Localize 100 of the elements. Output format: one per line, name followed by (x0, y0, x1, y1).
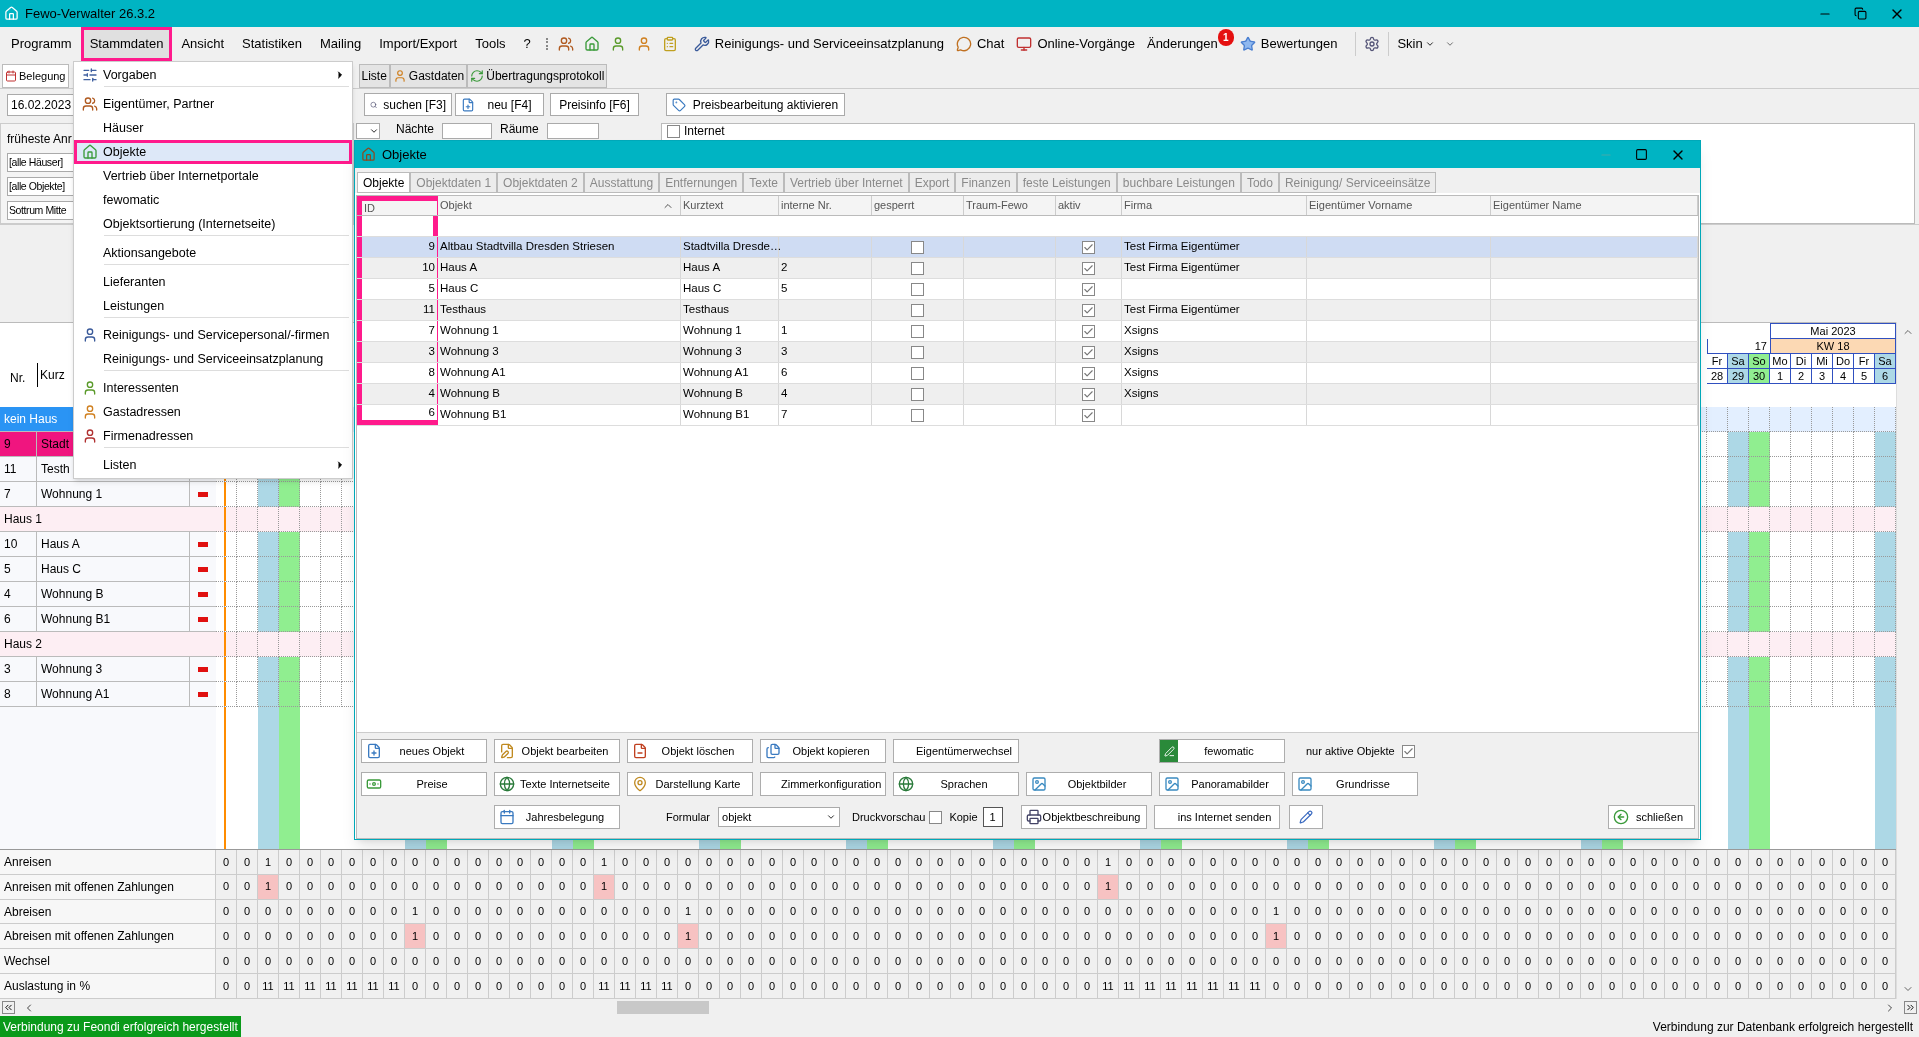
toolbar-button[interactable]: Reinigungs- und Serviceeinsatzplanung (687, 29, 950, 59)
checkbox[interactable] (1082, 366, 1095, 380)
checkbox[interactable] (1082, 240, 1095, 254)
column-header[interactable]: gesperrt (872, 196, 964, 215)
tab[interactable]: Gastdaten (389, 64, 468, 88)
table-row[interactable]: 9 Altbau Stadtvilla Dresden Striesen Stadtvilla Dresde… Test Firma Eigentümer (357, 237, 1698, 258)
column-header[interactable]: Eigentümer Name (1491, 196, 1698, 215)
table-row[interactable]: 10 Haus A Haus A 2 Test Firma Eigentümer (357, 258, 1698, 279)
list-row[interactable]: 8 Wohnung A1 (0, 682, 216, 707)
settings-icon[interactable] (1364, 36, 1381, 52)
dialog-button[interactable]: Darstellung Karte (627, 772, 753, 796)
dialog-button[interactable]: Sprachen (893, 772, 1019, 796)
checkbox[interactable] (1082, 387, 1095, 401)
table-row[interactable]: 6 Wohnung B1 Wohnung B1 7 (357, 405, 1698, 426)
checkbox[interactable] (1401, 744, 1415, 758)
checkbox[interactable] (911, 408, 924, 422)
form-dropdown[interactable]: objekt (718, 807, 840, 827)
toolbar-button[interactable]: Preisbearbeitung aktivieren (666, 93, 845, 116)
menu-option[interactable]: Gastadressen (74, 400, 352, 424)
toolbar-button[interactable]: Änderungen 1 (1140, 29, 1234, 59)
menu-option[interactable]: Reinigungs- und Serviceeinsatzplanung (74, 347, 352, 376)
nights-spinner[interactable] (442, 123, 493, 139)
column-header[interactable]: Objekt (438, 196, 681, 215)
list-row[interactable]: 4 Wohnung B (0, 582, 216, 607)
list-row[interactable]: 10 Haus A (0, 532, 216, 557)
menu-item[interactable]: Statistiken (233, 27, 311, 61)
menu-item[interactable]: ? (514, 27, 540, 61)
checkbox[interactable] (911, 282, 924, 296)
house-icon[interactable] (583, 36, 600, 52)
dialog-button[interactable]: Eigentümerwechsel (893, 739, 1019, 763)
menu-item[interactable]: Import/Export (370, 27, 467, 61)
tab[interactable]: Übertragungsprotokoll (467, 64, 608, 88)
dialog-button[interactable]: Objektbilder (1026, 772, 1152, 796)
table-row[interactable]: 4 Wohnung B Wohnung B 4 Xsigns (357, 384, 1698, 405)
table-row[interactable]: 11 Testhaus Testhaus Test Firma Eigentümer (357, 300, 1698, 321)
menu-option[interactable]: Lieferanten (74, 270, 352, 294)
checkbox[interactable] (929, 810, 943, 824)
menu-option[interactable]: Objektsortierung (Internetseite) (74, 212, 352, 241)
tab[interactable]: Liste (358, 64, 390, 88)
list-row[interactable]: 5 Haus C (0, 557, 216, 582)
toolbar-button[interactable]: Bewertungen (1233, 29, 1344, 59)
checkbox[interactable] (911, 366, 924, 380)
menu-option[interactable]: Aktionsangebote (74, 241, 352, 270)
checkbox[interactable] (1082, 324, 1095, 338)
checkbox[interactable] (1082, 261, 1095, 275)
list-row[interactable]: 3 Wohnung 3 (0, 657, 216, 682)
tab[interactable]: Belegung (2, 64, 69, 88)
checkbox[interactable] (911, 240, 924, 254)
menu-option[interactable]: fewomatic (74, 188, 352, 212)
dialog-button[interactable]: Zimmerkonfiguration (760, 772, 886, 796)
dialog-button[interactable]: Texte Internetseite (494, 772, 620, 796)
scroll-last-icon[interactable] (1904, 1001, 1917, 1014)
checkbox[interactable] (911, 324, 924, 338)
toolbar-button[interactable]: Preisinfo [F6] (550, 93, 639, 116)
menu-item[interactable]: Mailing (311, 27, 371, 61)
column-header[interactable]: Firma (1122, 196, 1307, 215)
table-row[interactable]: 5 Haus C Haus C 5 (357, 279, 1698, 300)
skin-dropdown[interactable]: Skin (1397, 34, 1435, 54)
column-header[interactable]: aktiv (1056, 196, 1122, 215)
maximize-icon[interactable] (1635, 148, 1648, 161)
menu-option[interactable]: Interessenten (74, 376, 352, 400)
checkbox[interactable] (911, 387, 924, 401)
dialog-button[interactable]: Grundrisse (1292, 772, 1418, 796)
rooms-dropdown[interactable] (546, 123, 599, 139)
column-header[interactable]: ID (357, 196, 438, 215)
table-row[interactable]: 7 Wohnung 1 Wohnung 1 1 Xsigns (357, 321, 1698, 342)
clipboard-icon[interactable] (661, 36, 678, 52)
checkbox[interactable] (667, 125, 680, 138)
checkbox[interactable] (1082, 345, 1095, 359)
dialog-button[interactable]: neues Objekt (361, 739, 487, 763)
dialog-button[interactable]: Preise (361, 772, 487, 796)
menu-option[interactable]: Vertrieb über Internetportale (74, 164, 352, 188)
restore-icon[interactable] (1854, 7, 1867, 20)
menu-option[interactable]: Reinigungs- und Servicepersonal/-firmen (74, 323, 352, 347)
column-header[interactable]: Traum-Fewo (964, 196, 1056, 215)
group-header[interactable]: Haus 2 (0, 632, 216, 657)
dialog-button[interactable]: Objekt kopieren (760, 739, 886, 763)
dialog-button[interactable]: Objekt löschen (627, 739, 753, 763)
filter-dropdown[interactable] (356, 123, 380, 139)
menu-item[interactable]: Tools (466, 27, 515, 61)
checkbox[interactable] (911, 261, 924, 275)
tab[interactable]: Objekte (357, 172, 411, 193)
scroll-first-icon[interactable] (2, 1001, 15, 1014)
dialog-button[interactable]: Objekt bearbeiten (494, 739, 620, 763)
toolbar-button[interactable]: suchen [F3] (364, 93, 452, 116)
menu-option[interactable]: Vorgaben (74, 63, 352, 92)
edit-button[interactable] (1288, 805, 1323, 829)
horizontal-scrollbar[interactable] (0, 999, 1919, 1016)
checkbox[interactable] (1082, 303, 1095, 317)
menu-item[interactable]: Programm (2, 27, 81, 61)
column-header[interactable]: Eigentümer Vorname (1307, 196, 1491, 215)
dialog-button[interactable]: Jahresbelegung (494, 805, 620, 829)
checkbox[interactable] (1082, 408, 1095, 422)
toolbar-button[interactable]: Chat (949, 29, 1011, 59)
menu-option[interactable]: Objekte (74, 140, 352, 164)
toolbar-button[interactable]: neu [F4] (455, 93, 544, 116)
checkbox[interactable] (911, 303, 924, 317)
table-row[interactable]: 3 Wohnung 3 Wohnung 3 3 Xsigns (357, 342, 1698, 363)
menu-option[interactable]: Leistungen (74, 294, 352, 323)
column-header[interactable]: Kurztext (681, 196, 779, 215)
